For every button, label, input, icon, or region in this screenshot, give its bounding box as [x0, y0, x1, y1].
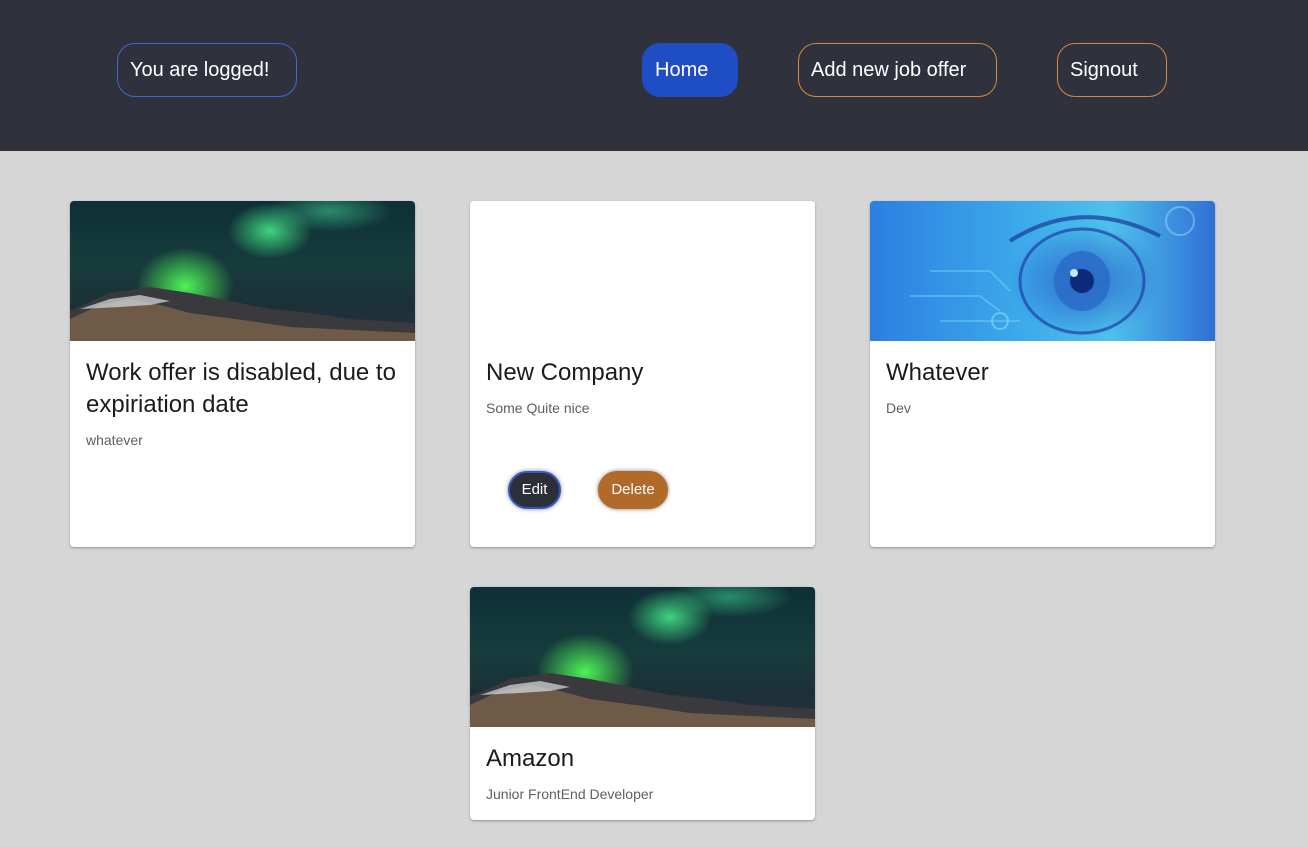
add-job-offer-button[interactable]: Add new job offer [798, 43, 997, 97]
card-title: Work offer is disabled, due to expiriati… [86, 359, 396, 418]
card-title: Amazon [486, 745, 575, 772]
eye-icon [910, 206, 1195, 335]
card-subtitle: Some Quite nice [486, 400, 590, 416]
aurora-image [70, 201, 415, 341]
card-title: Whatever [886, 359, 989, 386]
card-subtitle: Junior FrontEnd Developer [486, 786, 654, 802]
job-offer-card[interactable]: Work offer is disabled, due to expiriati… [70, 201, 415, 547]
mountain-silhouette-icon [470, 673, 815, 727]
card-subtitle: Dev [886, 400, 911, 416]
mountain-silhouette-icon [70, 287, 415, 341]
card-title: New Company [486, 359, 644, 386]
job-offer-card[interactable]: Amazon Junior FrontEnd Developer [470, 587, 815, 820]
card-subtitle: whatever [86, 432, 143, 448]
login-status-badge: You are logged! [117, 43, 297, 97]
job-offer-card[interactable]: Whatever Dev [870, 201, 1215, 547]
home-button[interactable]: Home [642, 43, 738, 97]
top-navbar: You are logged! Home Add new job offer S… [0, 0, 1308, 151]
delete-button[interactable]: Delete [598, 471, 668, 509]
digital-eye-image [870, 201, 1215, 341]
empty-image-area [470, 201, 815, 341]
signout-button[interactable]: Signout [1057, 43, 1167, 97]
aurora-image [470, 587, 815, 727]
job-offer-card[interactable]: New Company Some Quite nice Edit Delete [470, 201, 815, 547]
edit-button[interactable]: Edit [508, 471, 561, 509]
